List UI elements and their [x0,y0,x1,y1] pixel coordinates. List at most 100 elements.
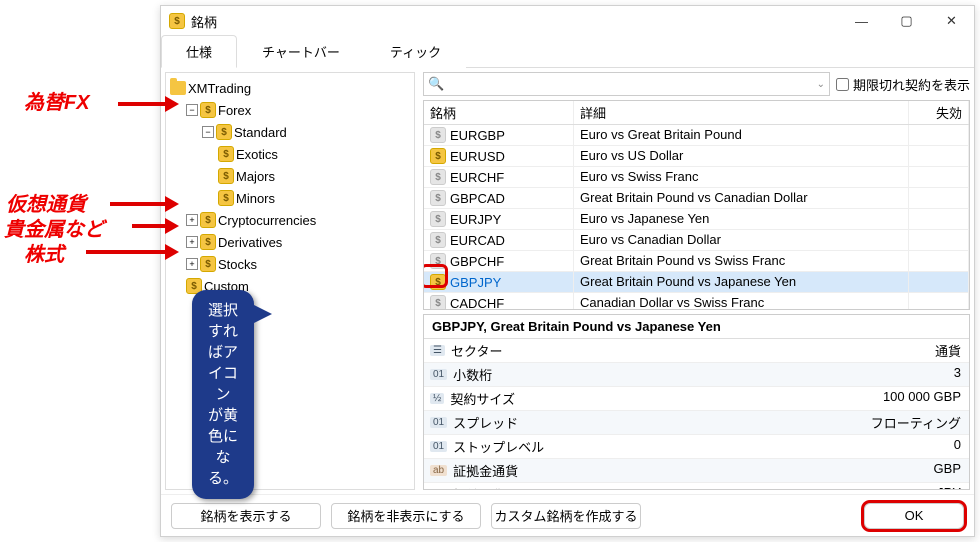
cell-detail: Great Britain Pound vs Canadian Dollar [574,188,909,208]
cell-disabled [909,251,969,271]
detail-label: 01小数桁 [424,363,624,386]
field-tag: 01 [430,417,447,428]
col-disabled[interactable]: 失効 [909,101,969,124]
tree-label: Custom [204,279,249,294]
hide-symbol-button[interactable]: 銘柄を非表示にする [331,503,481,529]
dollar-icon: $ [216,124,232,140]
table-row[interactable]: $EURGBPEuro vs Great Britain Pound [424,125,969,146]
field-tag: ab [430,489,447,490]
cell-disabled [909,188,969,208]
cell-detail: Great Britain Pound vs Japanese Yen [574,272,909,292]
expand-icon[interactable]: + [186,236,198,248]
detail-row: ½契約サイズ100 000 GBP [424,387,969,411]
anno-fx: 為替FX [24,86,90,115]
search-field[interactable] [448,77,812,92]
cell-disabled [909,272,969,292]
cell-detail: Great Britain Pound vs Swiss Franc [574,251,909,271]
detail-value: フローティング [624,411,969,434]
tree-standard[interactable]: − $ Standard [202,121,410,143]
window-title: 銘柄 [191,12,217,31]
tree-root[interactable]: XMTrading [170,77,410,99]
col-symbol[interactable]: 銘柄 [424,101,574,124]
detail-value: 3 [624,363,969,386]
dollar-icon: $ [200,102,216,118]
details-pane[interactable]: GBPJPY, Great Britain Pound vs Japanese … [423,314,970,490]
expand-icon[interactable]: + [186,258,198,270]
cell-disabled [909,230,969,250]
table-row[interactable]: $GBPCHFGreat Britain Pound vs Swiss Fran… [424,251,969,272]
tree-label: Forex [218,103,251,118]
detail-row: 01スプレッドフローティング [424,411,969,435]
tab-spec[interactable]: 仕様 [161,35,237,68]
search-icon: 🔍 [428,76,444,92]
collapse-icon[interactable]: − [202,126,214,138]
cell-disabled [909,167,969,187]
tree-minors[interactable]: $ Minors [218,187,410,209]
show-expired-checkbox[interactable]: 期限切れ契約を表示 [836,75,970,94]
field-tag: ☰ [430,345,445,356]
table-row[interactable]: $GBPJPYGreat Britain Pound vs Japanese Y… [424,272,969,293]
details-title: GBPJPY, Great Britain Pound vs Japanese … [424,315,969,339]
tree-majors[interactable]: $ Majors [218,165,410,187]
close-button[interactable]: ✕ [929,6,974,36]
dollar-icon: $ [430,253,446,269]
detail-label: ab損益通貨 [424,483,624,490]
show-symbol-button[interactable]: 銘柄を表示する [171,503,321,529]
col-detail[interactable]: 詳細 [574,101,909,124]
anno-stocks: 株式 [24,238,64,267]
table-row[interactable]: $EURCADEuro vs Canadian Dollar [424,230,969,251]
table-row[interactable]: $EURCHFEuro vs Swiss Franc [424,167,969,188]
dollar-icon: $ [218,190,234,206]
detail-label: ☰セクター [424,339,624,362]
tab-tick[interactable]: ティック [365,35,466,68]
cell-symbol: $GBPCAD [424,188,574,208]
title-bar: $ 銘柄 — ▢ ✕ [161,6,974,36]
cell-symbol: $EURUSD [424,146,574,166]
minimize-button[interactable]: — [839,6,884,36]
detail-row: 01ストップレベル0 [424,435,969,459]
cell-symbol: $GBPJPY [424,272,574,292]
search-input[interactable]: 🔍 ⌄ [423,72,830,96]
tree-forex[interactable]: − $ Forex [186,99,410,121]
tree-exotics[interactable]: $ Exotics [218,143,410,165]
tab-chart[interactable]: チャートバー [237,35,365,68]
tree-root-label: XMTrading [188,81,251,96]
dollar-icon: $ [186,278,202,294]
table-row[interactable]: $EURUSDEuro vs US Dollar [424,146,969,167]
cell-symbol: $CADCHF [424,293,574,310]
detail-value: GBP [624,459,969,482]
detail-label: 01スプレッド [424,411,624,434]
tree-label: Derivatives [218,235,282,250]
field-tag: 01 [430,369,447,380]
tree-derivatives[interactable]: + $ Derivatives [186,231,410,253]
detail-value: 0 [624,435,969,458]
show-expired-input[interactable] [836,78,849,91]
chevron-down-icon[interactable]: ⌄ [817,79,825,90]
detail-row: ☰セクター通貨 [424,339,969,363]
cell-detail: Euro vs Japanese Yen [574,209,909,229]
symbols-grid[interactable]: 銘柄 詳細 失効 $EURGBPEuro vs Great Britain Po… [423,100,970,310]
maximize-button[interactable]: ▢ [884,6,929,36]
cell-disabled [909,293,969,310]
tree-custom[interactable]: $ Custom [186,275,410,297]
expand-icon[interactable]: + [186,214,198,226]
tree-pane[interactable]: XMTrading − $ Forex − $ Standard [165,72,415,490]
cell-disabled [909,146,969,166]
cell-symbol: $EURCAD [424,230,574,250]
ok-button[interactable]: OK [864,503,964,529]
table-row[interactable]: $CADCHFCanadian Dollar vs Swiss Franc [424,293,969,310]
tree-crypto[interactable]: + $ Cryptocurrencies [186,209,410,231]
tree-label: Stocks [218,257,257,272]
tree-label: Exotics [236,147,278,162]
cell-detail: Euro vs US Dollar [574,146,909,166]
anno-crypto: 仮想通貨 [6,188,86,217]
dollar-icon: $ [430,274,446,290]
detail-row: ab損益通貨JPY [424,483,969,490]
table-row[interactable]: $EURJPYEuro vs Japanese Yen [424,209,969,230]
tree-stocks[interactable]: + $ Stocks [186,253,410,275]
create-custom-button[interactable]: カスタム銘柄を作成する [491,503,641,529]
field-tag: 01 [430,441,447,452]
table-row[interactable]: $GBPCADGreat Britain Pound vs Canadian D… [424,188,969,209]
collapse-icon[interactable]: − [186,104,198,116]
cell-disabled [909,125,969,145]
